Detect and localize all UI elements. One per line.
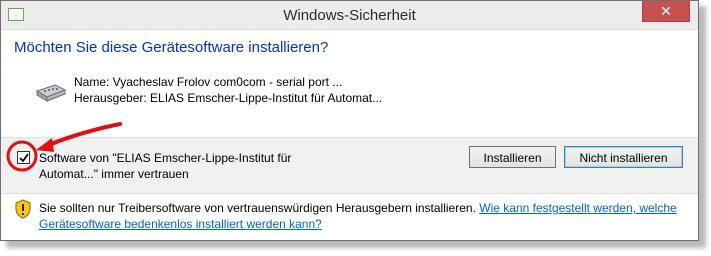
checkmark-icon bbox=[19, 153, 29, 163]
driver-info: Name: Vyacheslav Frolov com0com - serial… bbox=[74, 74, 382, 106]
driver-publisher: Herausgeber: ELIAS Emscher-Lippe-Institu… bbox=[74, 91, 383, 105]
footer-message: Sie sollten nur Treibersoftware von vert… bbox=[39, 200, 679, 232]
close-button[interactable]: ✕ bbox=[642, 1, 690, 22]
close-icon: ✕ bbox=[660, 3, 672, 19]
trust-checkbox-label[interactable]: Software von "ELIAS Emscher-Lippe-Instit… bbox=[39, 150, 339, 182]
title-bar: Windows-Sicherheit ✕ bbox=[1, 1, 698, 30]
security-dialog: Windows-Sicherheit ✕ Möchten Sie diese G… bbox=[0, 0, 699, 241]
serial-connector-icon bbox=[35, 81, 67, 110]
window-title: Windows-Sicherheit bbox=[283, 7, 416, 24]
driver-name: Name: Vyacheslav Frolov com0com - serial… bbox=[74, 75, 343, 89]
trust-checkbox[interactable] bbox=[17, 151, 30, 164]
footer-warning-text: Sie sollten nur Treibersoftware von vert… bbox=[39, 201, 476, 215]
shield-warning-icon bbox=[14, 199, 32, 224]
install-button[interactable]: Installieren bbox=[469, 146, 556, 168]
dialog-heading: Möchten Sie diese Gerätesoftware install… bbox=[14, 39, 329, 56]
dont-install-button[interactable]: Nicht installieren bbox=[564, 146, 683, 168]
